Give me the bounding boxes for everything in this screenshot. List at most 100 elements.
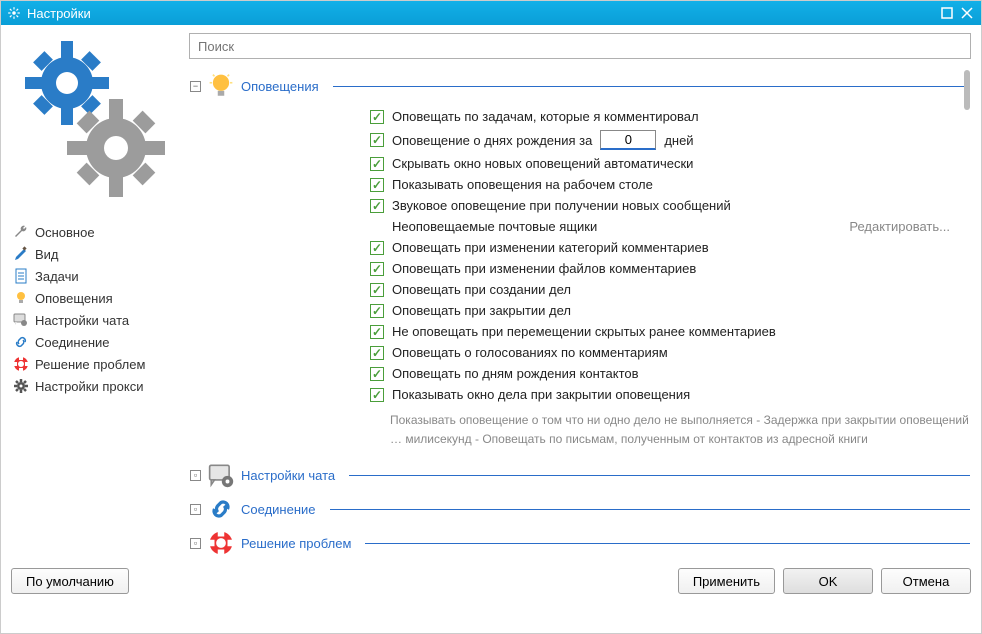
opt-row: Оповещать о голосованиях по комментариям (370, 342, 970, 363)
search-input[interactable] (189, 33, 971, 59)
opt-label: Оповещать при создании дел (392, 282, 571, 297)
divider (333, 86, 970, 87)
days-input[interactable] (600, 130, 656, 150)
nav-label: Настройки прокси (35, 379, 143, 394)
expand-toggle[interactable]: ▫ (190, 470, 201, 481)
scrollbar[interactable] (964, 70, 970, 110)
lifebuoy-icon (13, 356, 29, 372)
cancel-button[interactable]: Отмена (881, 568, 971, 594)
link-icon (13, 334, 29, 350)
opt-row: Оповещать по дням рождения контактов (370, 363, 970, 384)
opt-label: Звуковое оповещение при получении новых … (392, 198, 731, 213)
nav-label: Оповещения (35, 291, 113, 306)
link-icon (207, 495, 235, 523)
opt-label: Скрывать окно новых оповещений автоматич… (392, 156, 693, 171)
section-chat-header: ▫ Настройки чата (190, 461, 970, 489)
checkbox[interactable] (370, 346, 384, 360)
opt-row: Показывать окно дела при закрытии оповещ… (370, 384, 970, 405)
section-notifications-header: − Оповещения (190, 72, 970, 100)
opt-label: Оповещать по задачам, которые я комменти… (392, 109, 699, 124)
search-row (189, 33, 971, 59)
nav-item-troubleshoot[interactable]: Решение проблем (11, 353, 181, 375)
opt-row: Скрывать окно новых оповещений автоматич… (370, 153, 970, 174)
opt-label: Оповещать о голосованиях по комментариям (392, 345, 668, 360)
opt-row: Звуковое оповещение при получении новых … (370, 195, 970, 216)
opt-row: Показывать оповещения на рабочем столе (370, 174, 970, 195)
opt-row-mailboxes: Неоповещаемые почтовые ящики Редактироват… (370, 216, 970, 237)
nav-item-general[interactable]: Основное (11, 221, 181, 243)
brush-icon (13, 246, 29, 262)
bulb-icon (13, 290, 29, 306)
nav-item-tasks[interactable]: Задачи (11, 265, 181, 287)
nav-item-chat[interactable]: Настройки чата (11, 309, 181, 331)
opt-label: Показывать оповещения на рабочем столе (392, 177, 653, 192)
checkbox[interactable] (370, 325, 384, 339)
ok-button[interactable]: OK (783, 568, 873, 594)
expand-toggle[interactable]: ▫ (190, 538, 201, 549)
maximize-button[interactable] (939, 5, 955, 21)
checkbox[interactable] (370, 367, 384, 381)
nav-label: Настройки чата (35, 313, 129, 328)
nav-label: Основное (35, 225, 95, 240)
opt-row: Оповещать по задачам, которые я комменти… (370, 106, 970, 127)
opt-label: Неоповещаемые почтовые ящики (392, 219, 597, 234)
window-title: Настройки (27, 6, 935, 21)
section-title: Соединение (241, 502, 316, 517)
close-button[interactable] (959, 5, 975, 21)
section-title: Настройки чата (241, 468, 335, 483)
checkbox[interactable] (370, 283, 384, 297)
checkbox[interactable] (370, 262, 384, 276)
notifications-options: Оповещать по задачам, которые я комменти… (370, 106, 970, 405)
nav-item-notifications[interactable]: Оповещения (11, 287, 181, 309)
opt-row: Оповещать при создании дел (370, 279, 970, 300)
opt-label: Оповещать при закрытии дел (392, 303, 571, 318)
opt-label: Оповещение о днях рождения за (392, 133, 592, 148)
chat-gear-icon (13, 312, 29, 328)
divider (330, 509, 971, 510)
divider (365, 543, 970, 544)
nav-item-view[interactable]: Вид (11, 243, 181, 265)
apply-button[interactable]: Применить (678, 568, 775, 594)
opt-label: Оповещать по дням рождения контактов (392, 366, 639, 381)
checkbox[interactable] (370, 110, 384, 124)
opt-label-post: дней (664, 133, 693, 148)
content-scroll: − Оповещения Оповещать по задачам, котор… (189, 65, 971, 560)
footnote: Показывать оповещение о том что ни одно … (390, 411, 970, 449)
opt-label: Оповещать при изменении категорий коммен… (392, 240, 709, 255)
section-connection-header: ▫ Соединение (190, 495, 970, 523)
wrench-icon (13, 224, 29, 240)
checkbox[interactable] (370, 388, 384, 402)
titlebar: Настройки (1, 1, 981, 25)
checkbox[interactable] (370, 157, 384, 171)
opt-row-birthday: Оповещение о днях рождения за дней (370, 127, 970, 153)
expand-toggle[interactable]: ▫ (190, 504, 201, 515)
opt-label: Оповещать при изменении файлов комментар… (392, 261, 696, 276)
checkbox[interactable] (370, 304, 384, 318)
edit-link[interactable]: Редактировать... (849, 219, 950, 234)
nav-label: Соединение (35, 335, 110, 350)
section-title: Оповещения (241, 79, 319, 94)
gears-illustration (11, 33, 171, 193)
opt-label: Показывать окно дела при закрытии оповещ… (392, 387, 690, 402)
sidebar: Основное Вид Задачи Оповещения Настройки… (11, 33, 181, 560)
defaults-button[interactable]: По умолчанию (11, 568, 129, 594)
opt-label: Не оповещать при перемещении скрытых ран… (392, 324, 776, 339)
body: Основное Вид Задачи Оповещения Настройки… (1, 25, 981, 633)
gear-small-icon (7, 6, 21, 20)
checkbox[interactable] (370, 241, 384, 255)
collapse-toggle[interactable]: − (190, 81, 201, 92)
checkbox[interactable] (370, 199, 384, 213)
nav-list: Основное Вид Задачи Оповещения Настройки… (11, 221, 181, 397)
section-title: Решение проблем (241, 536, 351, 551)
right-pane: − Оповещения Оповещать по задачам, котор… (189, 33, 971, 560)
nav-item-connection[interactable]: Соединение (11, 331, 181, 353)
lifebuoy-icon (207, 529, 235, 557)
nav-item-proxy[interactable]: Настройки прокси (11, 375, 181, 397)
nav-label: Задачи (35, 269, 79, 284)
checkbox[interactable] (370, 178, 384, 192)
opt-row: Оповещать при закрытии дел (370, 300, 970, 321)
chat-gear-icon (207, 461, 235, 489)
checkbox[interactable] (370, 133, 384, 147)
nav-label: Решение проблем (35, 357, 145, 372)
opt-row: Не оповещать при перемещении скрытых ран… (370, 321, 970, 342)
